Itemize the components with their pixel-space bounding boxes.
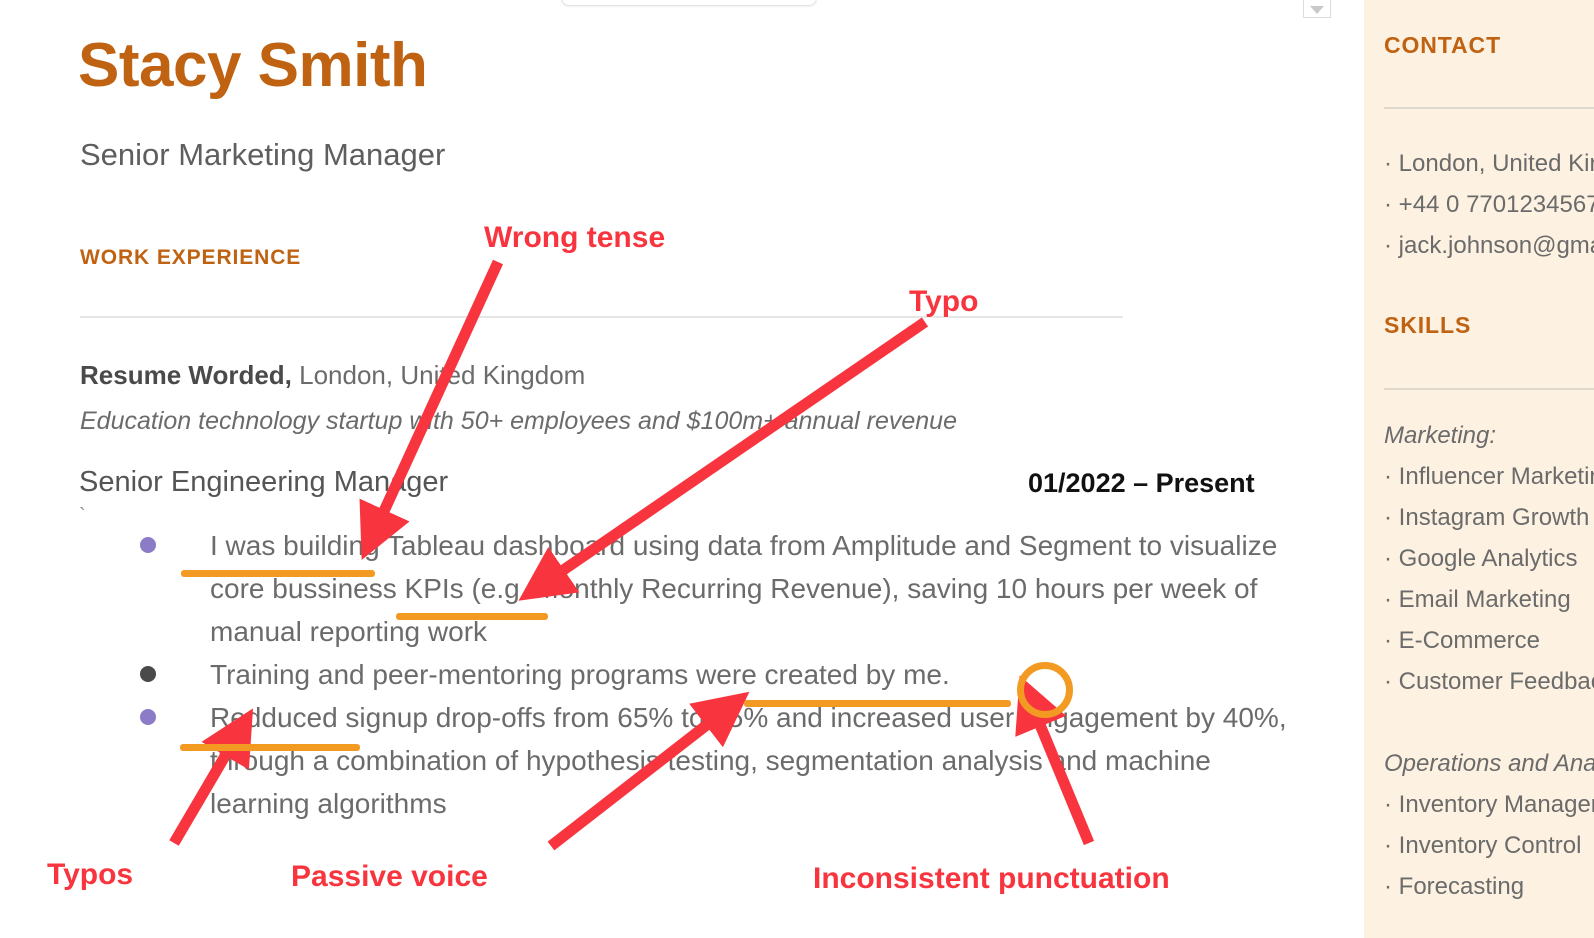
scroll-down-button[interactable] <box>1303 0 1331 18</box>
resume-document: Stacy Smith Senior Marketing Manager WOR… <box>0 0 1364 938</box>
role-title: Senior Engineering Manager <box>79 466 449 498</box>
skill-label: Instagram Growth <box>1398 504 1590 531</box>
skill-item: · Influencer Marketing <box>1384 463 1594 491</box>
sidebar-divider-contact <box>1384 107 1594 109</box>
bullet-dot <box>140 666 156 682</box>
section-divider <box>80 316 1123 318</box>
skill-label: Google Analytics <box>1398 545 1578 572</box>
bullet-text: Training and peer-mentoring programs wer… <box>210 659 950 690</box>
bullet-glyph: · <box>1384 232 1399 259</box>
skills-group-operations: Operations and Analytics: <box>1384 750 1594 777</box>
role-dates: 01/2022 – Present <box>1028 468 1255 498</box>
skill-label: Email Marketing <box>1398 586 1571 613</box>
chevron-down-icon <box>1310 6 1324 14</box>
bullet-text: I was building Tableau dashboard using d… <box>210 530 1278 647</box>
contact-item-email: · jack.johnson@gmail.com <box>1384 232 1594 260</box>
skill-item: · Instagram Growth <box>1384 504 1589 532</box>
list-item: Redduced signup drop-offs from 65% to 15… <box>0 696 1364 825</box>
skill-item: · Customer Feedback <box>1384 668 1594 696</box>
skill-label: Influencer Marketing <box>1398 463 1594 490</box>
skill-item: · Inventory Management <box>1384 791 1594 819</box>
contact-item-phone: · +44 0 77012345678 <box>1384 191 1594 219</box>
bullet-glyph: · <box>1384 191 1399 218</box>
bullet-glyph: · <box>1384 545 1399 572</box>
page-title: Stacy Smith <box>78 31 428 100</box>
skill-label: Inventory Control <box>1398 832 1582 859</box>
contact-phone-text: +44 0 77012345678 <box>1398 191 1594 218</box>
bullet-glyph: · <box>1384 586 1399 613</box>
bullet-glyph: · <box>1384 504 1399 531</box>
skill-label: Forecasting <box>1398 873 1525 900</box>
company-name: Resume Worded, <box>80 360 292 390</box>
bullet-list: I was building Tableau dashboard using d… <box>0 524 1364 825</box>
bullet-glyph: · <box>1384 463 1399 490</box>
skill-item: · Google Analytics <box>1384 545 1577 573</box>
resume-subtitle: Senior Marketing Manager <box>80 137 446 172</box>
skill-label: Inventory Management <box>1398 791 1594 818</box>
skill-label: Customer Feedback <box>1398 668 1594 695</box>
skill-item: · Email Marketing <box>1384 586 1571 614</box>
bullet-glyph: · <box>1384 791 1399 818</box>
company-description: Education technology startup with 50+ em… <box>80 407 957 435</box>
list-item: I was building Tableau dashboard using d… <box>0 524 1364 653</box>
screen-root: Stacy Smith Senior Marketing Manager WOR… <box>0 0 1594 938</box>
bullet-glyph: · <box>1384 832 1399 859</box>
skill-label: E-Commerce <box>1398 627 1541 654</box>
bullet-text: Redduced signup drop-offs from 65% to 15… <box>210 702 1287 819</box>
company-line: Resume Worded, London, United Kingdom <box>80 360 585 391</box>
bullet-glyph: · <box>1384 873 1399 900</box>
bullet-dot <box>140 537 156 553</box>
resume-sidebar: CONTACT · London, United Kingdom · +44 0… <box>1364 0 1594 938</box>
floating-toolbar-card <box>561 0 817 6</box>
skills-group-marketing: Marketing: <box>1384 422 1497 449</box>
sidebar-heading-skills: SKILLS <box>1384 312 1472 338</box>
bullet-dot <box>140 709 156 725</box>
sidebar-heading-contact: CONTACT <box>1384 32 1502 58</box>
contact-location-text: London, United Kingdom <box>1398 150 1594 177</box>
contact-item-location: · London, United Kingdom <box>1384 150 1594 178</box>
skill-item: · E-Commerce <box>1384 627 1540 655</box>
bullet-glyph: · <box>1384 627 1399 654</box>
company-location: London, United Kingdom <box>291 360 586 390</box>
section-heading-work-experience: WORK EXPERIENCE <box>80 246 302 269</box>
bullet-glyph: · <box>1384 150 1399 177</box>
skill-item: · Forecasting <box>1384 873 1524 901</box>
sidebar-divider-skills <box>1384 388 1594 390</box>
bullet-glyph: · <box>1384 668 1399 695</box>
skill-item: · Inventory Control <box>1384 832 1581 860</box>
contact-email-text: jack.johnson@gmail.com <box>1398 232 1594 259</box>
list-item: Training and peer-mentoring programs wer… <box>0 653 1364 696</box>
